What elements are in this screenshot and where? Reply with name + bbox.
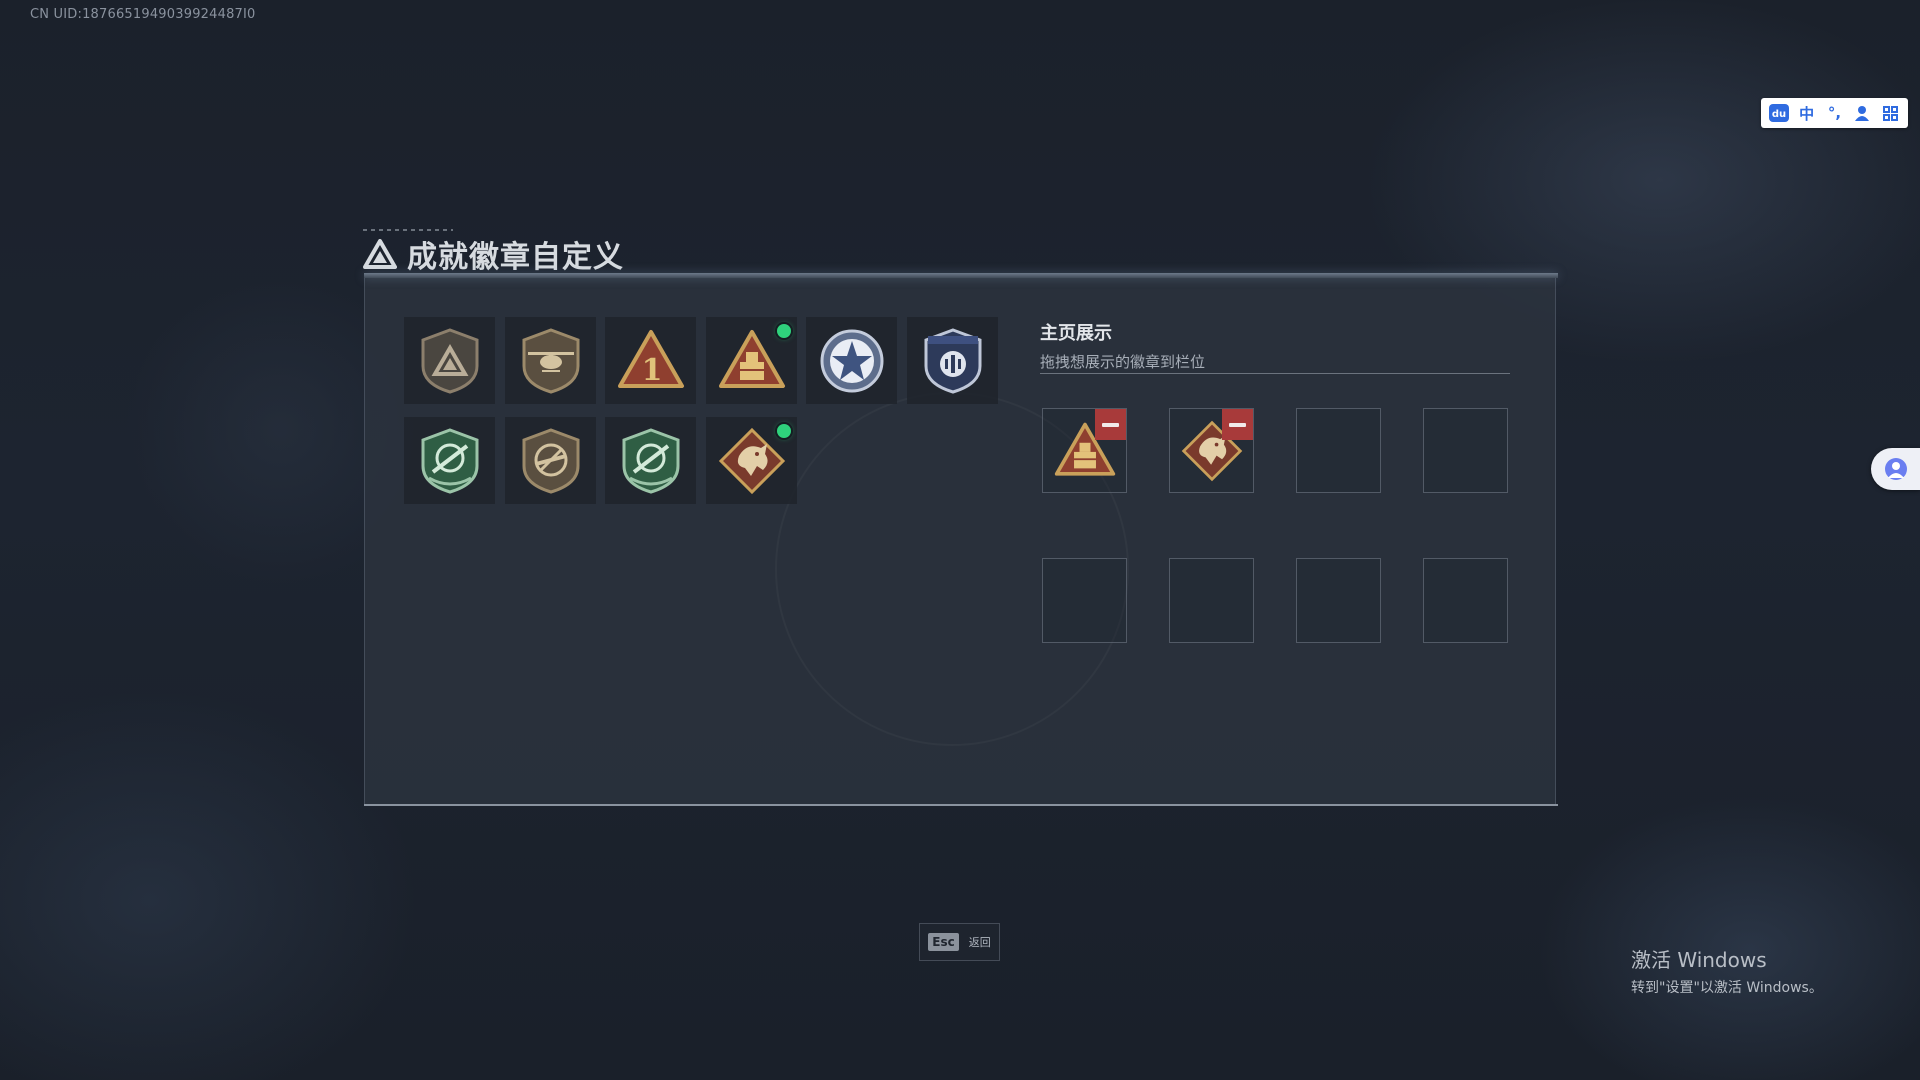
- minus-icon: [1102, 422, 1119, 427]
- dragon-diamond-badge-icon: [718, 427, 785, 494]
- svg-text:du: du: [1772, 109, 1786, 120]
- baidu-paw-icon[interactable]: du: [1767, 102, 1791, 124]
- badge-tile-star-emblem[interactable]: [806, 317, 897, 404]
- page-header: 成就徽章自定义: [363, 232, 624, 276]
- homepage-display-hint: 拖拽想展示的徽章到栏位: [1040, 353, 1206, 371]
- no-rifle-shield-badge-icon: [522, 427, 579, 494]
- panel-bottom-line: [364, 804, 1558, 806]
- remove-badge-button[interactable]: [1222, 409, 1253, 440]
- esc-back-button[interactable]: Esc 返回: [919, 923, 1000, 961]
- assistant-avatar-icon: [1884, 458, 1907, 480]
- title-decoration: [363, 229, 453, 231]
- triangle-shield-badge-icon: [421, 327, 478, 394]
- display-slot-8[interactable]: [1423, 558, 1508, 643]
- green-rifle-shield-badge-icon: [421, 427, 478, 494]
- badge-tile-rank-one[interactable]: 1: [605, 317, 696, 404]
- remove-badge-button[interactable]: [1095, 409, 1126, 440]
- badge-tile-triangle-shield[interactable]: [404, 317, 495, 404]
- display-slot-7[interactable]: [1296, 558, 1381, 643]
- display-slot-5[interactable]: [1042, 558, 1127, 643]
- star-emblem-badge-icon: [820, 329, 883, 392]
- display-slot-3[interactable]: [1296, 408, 1381, 493]
- badge-tile-supply-box[interactable]: [706, 317, 797, 404]
- page-title: 成就徽章自定义: [407, 240, 624, 275]
- new-indicator-dot: [777, 324, 791, 338]
- green-rifle-shield-badge-2-icon: [622, 427, 679, 494]
- activation-subtitle: 转到"设置"以激活 Windows。: [1631, 980, 1823, 996]
- delta-logo-icon: [363, 239, 397, 269]
- display-slot-2[interactable]: [1169, 408, 1254, 493]
- uid-label: CN UID:1876651949039924487I0: [30, 7, 256, 22]
- police-shield-badge-icon: [924, 327, 981, 394]
- svg-text:1: 1: [641, 353, 662, 388]
- badge-tile-police[interactable]: [907, 317, 998, 404]
- minus-icon: [1229, 422, 1246, 427]
- grid-menu-icon[interactable]: [1878, 102, 1902, 124]
- badge-tile-dragon[interactable]: [706, 417, 797, 504]
- ime-toolbar[interactable]: du 中 °,: [1761, 98, 1908, 128]
- chinese-mode-icon[interactable]: 中: [1795, 102, 1819, 124]
- badge-tile-no-rifle[interactable]: [505, 417, 596, 504]
- display-slot-6[interactable]: [1169, 558, 1254, 643]
- display-slot-4[interactable]: [1423, 408, 1508, 493]
- rank-one-triangle-badge-icon: 1: [617, 329, 684, 388]
- helicopter-shield-badge-icon: [522, 327, 579, 394]
- badge-tile-green-rifle[interactable]: [404, 417, 495, 504]
- punctuation-icon[interactable]: °,: [1822, 102, 1846, 124]
- user-profile-icon[interactable]: [1850, 102, 1874, 124]
- display-slot-1[interactable]: [1042, 408, 1127, 493]
- badge-tile-green-rifle-2[interactable]: [605, 417, 696, 504]
- badge-customize-panel: 1 主页展示 拖拽想展示的徽章到栏位: [364, 273, 1558, 806]
- display-divider: [1040, 373, 1510, 374]
- new-indicator-dot: [777, 424, 791, 438]
- windows-activation-watermark: 激活 Windows 转到"设置"以激活 Windows。: [1631, 944, 1823, 997]
- supply-box-triangle-badge-icon: [718, 329, 785, 388]
- assistant-side-tab[interactable]: [1871, 448, 1920, 490]
- homepage-display-header: 主页展示 拖拽想展示的徽章到栏位: [1040, 319, 1510, 372]
- esc-key-icon: Esc: [928, 933, 959, 951]
- back-label: 返回: [968, 936, 991, 949]
- homepage-display-title: 主页展示: [1040, 323, 1112, 344]
- badge-tile-helicopter[interactable]: [505, 317, 596, 404]
- panel-top-bar: [364, 273, 1558, 278]
- activation-title: 激活 Windows: [1631, 948, 1767, 972]
